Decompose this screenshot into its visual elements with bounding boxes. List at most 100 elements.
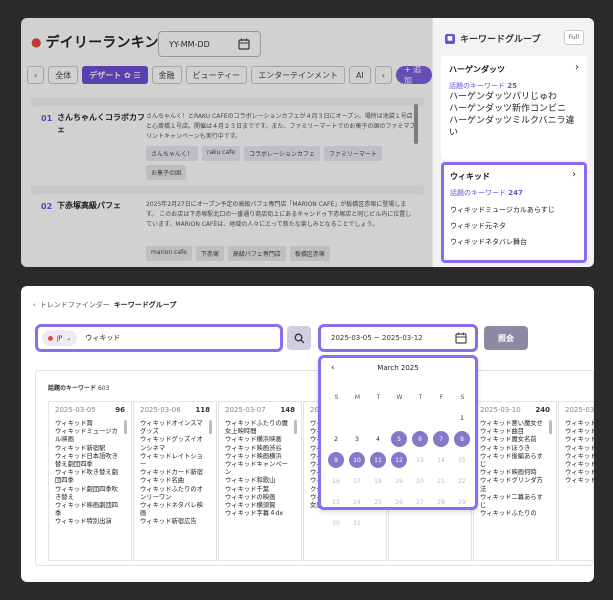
- keyword-item[interactable]: ウィキッド日本語吹き替え劇団四季: [55, 453, 121, 469]
- keyword-item[interactable]: ウィキッドキャンペーン: [225, 461, 291, 477]
- calendar-day[interactable]: 18: [370, 473, 386, 489]
- keyword-item[interactable]: ウィキッドグッズイオンシネマ: [140, 436, 206, 452]
- calendar-day[interactable]: 27: [412, 494, 428, 510]
- keyword-item[interactable]: ウィキッドふたりのオンリーワン: [140, 486, 206, 502]
- keyword-item[interactable]: ウィキッドカード: [565, 477, 594, 485]
- tag-chip[interactable]: 板橋区赤塚: [289, 246, 330, 261]
- date-input[interactable]: YY-MM-DD: [158, 31, 261, 57]
- keyword-item[interactable]: ウィキッドの映画: [225, 494, 291, 502]
- search-input[interactable]: ウィキッド: [85, 333, 120, 343]
- keyword-item[interactable]: ウィキッド続編: [565, 453, 594, 461]
- column-scrollbar[interactable]: [294, 420, 297, 434]
- column-scrollbar[interactable]: [209, 420, 212, 434]
- calendar-day[interactable]: 13: [412, 452, 428, 468]
- calendar-day[interactable]: 24: [349, 494, 365, 510]
- add-tab-button[interactable]: + 追加: [396, 65, 432, 85]
- calendar-day[interactable]: 26: [391, 494, 407, 510]
- keyword-item[interactable]: ウィキッド悪い魔女せ: [480, 420, 546, 428]
- calendar-day[interactable]: 15: [454, 452, 470, 468]
- keyword-item[interactable]: ウィキッド二幕あらすじ: [480, 494, 546, 510]
- list-item[interactable]: 02 下赤塚高級パフェ 2025年2月27日にオープン予定の高級パフェ専門店「M…: [31, 194, 424, 267]
- tag-chip[interactable]: marion cafe: [146, 246, 192, 261]
- keyword-item[interactable]: ウィキッド特別出演: [55, 518, 121, 526]
- calendar-day[interactable]: 28: [433, 494, 449, 510]
- keyword-item[interactable]: ウィキッド一売り切れ: [565, 445, 594, 453]
- keyword-item[interactable]: ウィキッドオインスマグッズ: [140, 420, 206, 436]
- keyword-item[interactable]: ウィキッド吹き替え劇団四季: [55, 469, 121, 485]
- tabs-prev-button[interactable]: ‹: [27, 66, 45, 84]
- tab-beauty[interactable]: ビューティー: [185, 66, 248, 84]
- keyword-item[interactable]: ウィキッド横須賀: [225, 502, 291, 510]
- calendar-day[interactable]: 16: [328, 473, 344, 489]
- keyword-item[interactable]: ウィキッド名曲: [140, 477, 206, 485]
- keyword-item[interactable]: ウィキッド後編あらすじ: [480, 453, 546, 469]
- calendar-day[interactable]: 30: [328, 515, 344, 531]
- full-view-button[interactable]: Full: [563, 30, 584, 45]
- calendar-day[interactable]: 3: [349, 431, 365, 447]
- keyword-item[interactable]: ウィキッド和歌山: [225, 477, 291, 485]
- keyword-item[interactable]: ウィキッドネタバレ映画: [140, 502, 206, 518]
- keyword-item[interactable]: ウィキッドなれる: [565, 436, 594, 444]
- tag-chip[interactable]: ファミリーマート: [323, 146, 382, 161]
- tag-chip[interactable]: raku cafe: [202, 146, 240, 161]
- breadcrumb-parent[interactable]: トレンドファインダー: [40, 300, 110, 310]
- calendar-day[interactable]: 12: [391, 452, 407, 468]
- calendar-day[interactable]: 1: [454, 410, 470, 426]
- calendar-day[interactable]: 20: [412, 473, 428, 489]
- tab-all[interactable]: 全体: [48, 66, 79, 84]
- tab-dessert[interactable]: デザート ✿ ☰: [82, 66, 148, 84]
- list-scrollbar[interactable]: [414, 104, 418, 144]
- calendar-day[interactable]: 6: [412, 431, 428, 447]
- calendar-day[interactable]: 25: [370, 494, 386, 510]
- search-field[interactable]: JP ⌄ ウィキッド: [35, 324, 283, 352]
- tab-finance[interactable]: 金融: [151, 66, 182, 84]
- column-scrollbar[interactable]: [124, 420, 127, 434]
- calendar-day[interactable]: 21: [433, 473, 449, 489]
- calendar-day[interactable]: 29: [454, 494, 470, 510]
- list-item[interactable]: 01 さんちゃんくコラボカフェ さんちゃんく！とRAKU CAFEのコラボレーシ…: [31, 106, 424, 186]
- tab-ai[interactable]: AI: [348, 66, 371, 84]
- calendar-day[interactable]: 2: [328, 431, 344, 447]
- keyword-card-selected[interactable]: ウィキッド › 話題のキーワード 247 ウィキッドミュージカルあらすじ ウィキ…: [441, 162, 587, 263]
- calendar-day[interactable]: 10: [349, 452, 365, 468]
- keyword-item[interactable]: ウィキッド新宿広告: [140, 518, 206, 526]
- calendar-day[interactable]: 14: [433, 452, 449, 468]
- keyword-item[interactable]: ウィキッド映画劇団四季: [55, 502, 121, 518]
- keyword-item[interactable]: ウィキッド千葉: [225, 486, 291, 494]
- calendar-day[interactable]: 23: [328, 494, 344, 510]
- calendar-day[interactable]: 19: [391, 473, 407, 489]
- search-button[interactable]: [287, 326, 311, 350]
- calendar-day[interactable]: 4: [370, 431, 386, 447]
- tag-chip[interactable]: 高級パフェ専門店: [227, 246, 286, 261]
- column-scrollbar[interactable]: [549, 420, 552, 434]
- keyword-item[interactable]: ウィキッド映画横浜: [225, 453, 291, 461]
- keyword-item[interactable]: ウィキッド日本: [565, 420, 594, 428]
- keyword-item[interactable]: ウィキッド魔女名前: [480, 436, 546, 444]
- keyword-item[interactable]: ウィキッドふたりの: [480, 510, 546, 518]
- tag-chip[interactable]: お菓子の国: [146, 165, 187, 180]
- keyword-item[interactable]: ウィキッドミュージカル映画: [55, 428, 121, 444]
- tabs-next-button[interactable]: ›: [374, 66, 392, 84]
- chevron-right-icon[interactable]: ›: [572, 169, 576, 180]
- keyword-item[interactable]: ウィキッド公開: [565, 461, 594, 469]
- calendar-day[interactable]: 22: [454, 473, 470, 489]
- calendar-day[interactable]: 11: [370, 452, 386, 468]
- keyword-item[interactable]: ウィキッド新宿駅: [55, 445, 121, 453]
- submit-button[interactable]: 照会: [484, 326, 528, 350]
- country-select[interactable]: JP ⌄: [42, 330, 78, 346]
- tag-chip[interactable]: コラボレーションカフェ: [243, 146, 320, 161]
- tag-chip[interactable]: 下赤塚: [195, 246, 224, 261]
- keyword-item[interactable]: ウィキッド字幕４dx: [225, 510, 291, 518]
- keyword-card[interactable]: ハーゲンダッツ › 話題のキーワード 25 ハーゲンダッツパリじゅわ ハーゲンダ…: [441, 56, 587, 160]
- calendar-day[interactable]: 31: [349, 515, 365, 531]
- calendar-day[interactable]: 9: [328, 452, 344, 468]
- keyword-item[interactable]: ウィキッドグリンダ方法: [480, 477, 546, 493]
- keyword-item[interactable]: ウィキッド劇団四季吹き替え: [55, 486, 121, 502]
- calendar-day[interactable]: 5: [391, 431, 407, 447]
- keyword-item[interactable]: ウィキッド横浜映画: [225, 436, 291, 444]
- keyword-item[interactable]: ウィキッドふたりの魔女上映時間: [225, 420, 291, 436]
- date-range-input[interactable]: 2025-03-05 ~ 2025-03-12: [318, 324, 478, 352]
- chevron-right-icon[interactable]: ›: [575, 62, 579, 73]
- tag-chip[interactable]: さんちゃんく！: [146, 146, 199, 161]
- calendar-day[interactable]: 8: [454, 431, 470, 447]
